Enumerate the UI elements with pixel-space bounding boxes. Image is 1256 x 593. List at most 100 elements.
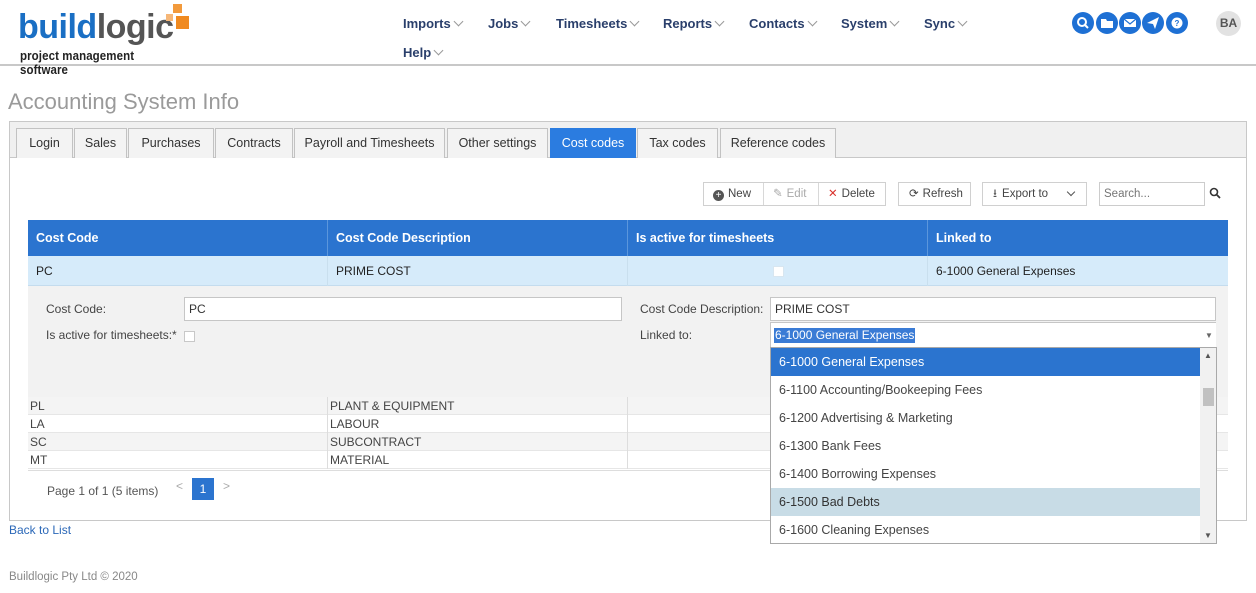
dropdown-option[interactable]: 6-1100 Accounting/Bookeeping Fees [771,376,1200,404]
chevron-down-icon [714,16,725,27]
chevron-right-icon[interactable]: > [223,479,230,493]
column-header-linked-to[interactable]: Linked to [928,220,1228,256]
tabstrip: Login Sales Purchases Contracts Payroll … [10,122,1246,158]
cell-active [628,256,928,286]
scroll-up-icon[interactable]: ▲ [1204,351,1212,360]
search-input[interactable] [1099,182,1205,206]
caret-down-icon[interactable]: ▼ [1205,331,1213,340]
description-label: Cost Code Description: [640,302,764,316]
dropdown-option[interactable]: 6-1000 General Expenses [771,348,1200,376]
cell-description: PLANT & EQUIPMENT [328,397,628,415]
linked-to-combobox-value: 6-1000 General Expenses [774,328,916,343]
cost-code-field[interactable]: PC [184,297,622,321]
chevron-left-icon[interactable]: < [176,479,183,493]
linked-to-label: Linked to: [640,328,693,342]
active-label: Is active for timesheets:* [46,328,177,342]
active-timesheets-checkbox[interactable] [184,331,195,342]
tab-cost-codes[interactable]: Cost codes [550,128,636,158]
cell-description: SUBCONTRACT [328,433,628,451]
download-icon: ⭳ [993,188,998,200]
plus-circle-icon: + [713,190,724,201]
export-button[interactable]: ⭳ Export to [993,183,1048,205]
crud-toolbar: + New ✎ Edit ✕ Delete [703,182,886,206]
pencil-icon: ✎ [773,188,783,200]
tab-sales[interactable]: Sales [74,128,127,158]
grid-header: Cost Code Cost Code Description Is activ… [28,220,1228,256]
nav-contacts[interactable]: Contacts [749,16,818,31]
new-button[interactable]: + New [713,183,751,205]
tab-payroll-and-timesheets[interactable]: Payroll and Timesheets [294,128,445,158]
mail-icon[interactable] [1119,12,1141,34]
column-header-cost-code[interactable]: Cost Code [28,220,328,256]
table-row-selected[interactable]: PC PRIME COST 6-1000 General Expenses [28,256,1228,286]
cell-description: PRIME COST [328,256,628,286]
chevron-down-icon [433,45,444,56]
dropdown-option[interactable]: 6-1500 Bad Debts [771,488,1200,516]
cell-linked-to: 6-1000 General Expenses [936,264,1076,278]
cell-cost-code: MT [28,451,328,469]
logo-square-icon [176,16,189,29]
tab-other-settings[interactable]: Other settings [447,128,548,158]
toolbar-divider [763,183,764,205]
refresh-button[interactable]: ⟳ Refresh [909,183,963,205]
search-icon[interactable] [1072,12,1094,34]
logo-tagline: project management software [20,49,135,77]
cell-cost-code: PC [28,256,328,286]
buildlogic-logo[interactable]: buildlogic project management software [18,4,193,77]
toolbar-divider [818,183,819,205]
user-avatar[interactable]: BA [1216,11,1241,36]
cell-description: MATERIAL [328,451,628,469]
page-number-button[interactable]: 1 [192,478,214,500]
refresh-button-wrap: ⟳ Refresh [898,182,971,206]
linked-to-dropdown-list: 6-1000 General Expenses 6-1100 Accountin… [770,347,1217,544]
nav-imports[interactable]: Imports [403,16,464,31]
chevron-down-icon [889,16,900,27]
tab-login[interactable]: Login [16,128,73,158]
dropdown-option[interactable]: 6-1600 Cleaning Expenses [771,516,1200,543]
tab-contracts[interactable]: Contracts [215,128,293,158]
chevron-down-icon [453,16,464,27]
nav-timesheets[interactable]: Timesheets [556,16,640,31]
nav-sync[interactable]: Sync [924,16,968,31]
chevron-down-icon [807,16,818,27]
tab-purchases[interactable]: Purchases [128,128,214,158]
cost-code-label: Cost Code: [46,302,107,316]
pager-summary: Page 1 of 1 (5 items) [47,484,159,498]
dropdown-option[interactable]: 6-1400 Borrowing Expenses [771,460,1200,488]
dropdown-scrollbar[interactable]: ▲ ▼ [1200,348,1216,543]
search-icon[interactable] [1209,187,1221,202]
nav-help[interactable]: Help [403,45,444,60]
edit-button[interactable]: ✎ Edit [773,183,806,205]
nav-jobs[interactable]: Jobs [488,16,531,31]
linked-to-combobox[interactable]: 6-1000 General Expenses [770,322,1216,348]
scroll-down-icon[interactable]: ▼ [1204,531,1212,540]
delete-button[interactable]: ✕ Delete [828,183,875,205]
cell-cost-code: PL [28,397,328,415]
description-field[interactable]: PRIME COST [770,297,1216,321]
export-button-wrap: ⭳ Export to [982,182,1087,206]
footer-copyright: Buildlogic Pty Ltd © 2020 [9,571,138,583]
send-icon[interactable] [1142,12,1164,34]
nav-reports[interactable]: Reports [663,16,725,31]
tab-reference-codes[interactable]: Reference codes [720,128,836,158]
column-header-active[interactable]: Is active for timesheets [628,220,928,256]
close-icon: ✕ [828,188,838,200]
back-to-list-link[interactable]: Back to List [9,523,71,537]
cell-cost-code: LA [28,415,328,433]
column-header-description[interactable]: Cost Code Description [328,220,628,256]
tab-tax-codes[interactable]: Tax codes [637,128,718,158]
dropdown-option[interactable]: 6-1200 Advertising & Marketing [771,404,1200,432]
help-icon[interactable]: ? [1166,12,1188,34]
chevron-down-icon [520,16,531,27]
page-title: Accounting System Info [8,89,240,114]
nav-system[interactable]: System [841,16,900,31]
folder-icon[interactable] [1096,12,1118,34]
logo-square-icon [173,4,182,13]
chevron-down-icon [629,16,640,27]
cell-cost-code: SC [28,433,328,451]
chevron-down-icon [957,16,968,27]
logo-wordmark: buildlogic [18,8,174,46]
scrollbar-thumb[interactable] [1203,388,1214,406]
chevron-down-icon [1066,187,1076,197]
dropdown-option[interactable]: 6-1300 Bank Fees [771,432,1200,460]
